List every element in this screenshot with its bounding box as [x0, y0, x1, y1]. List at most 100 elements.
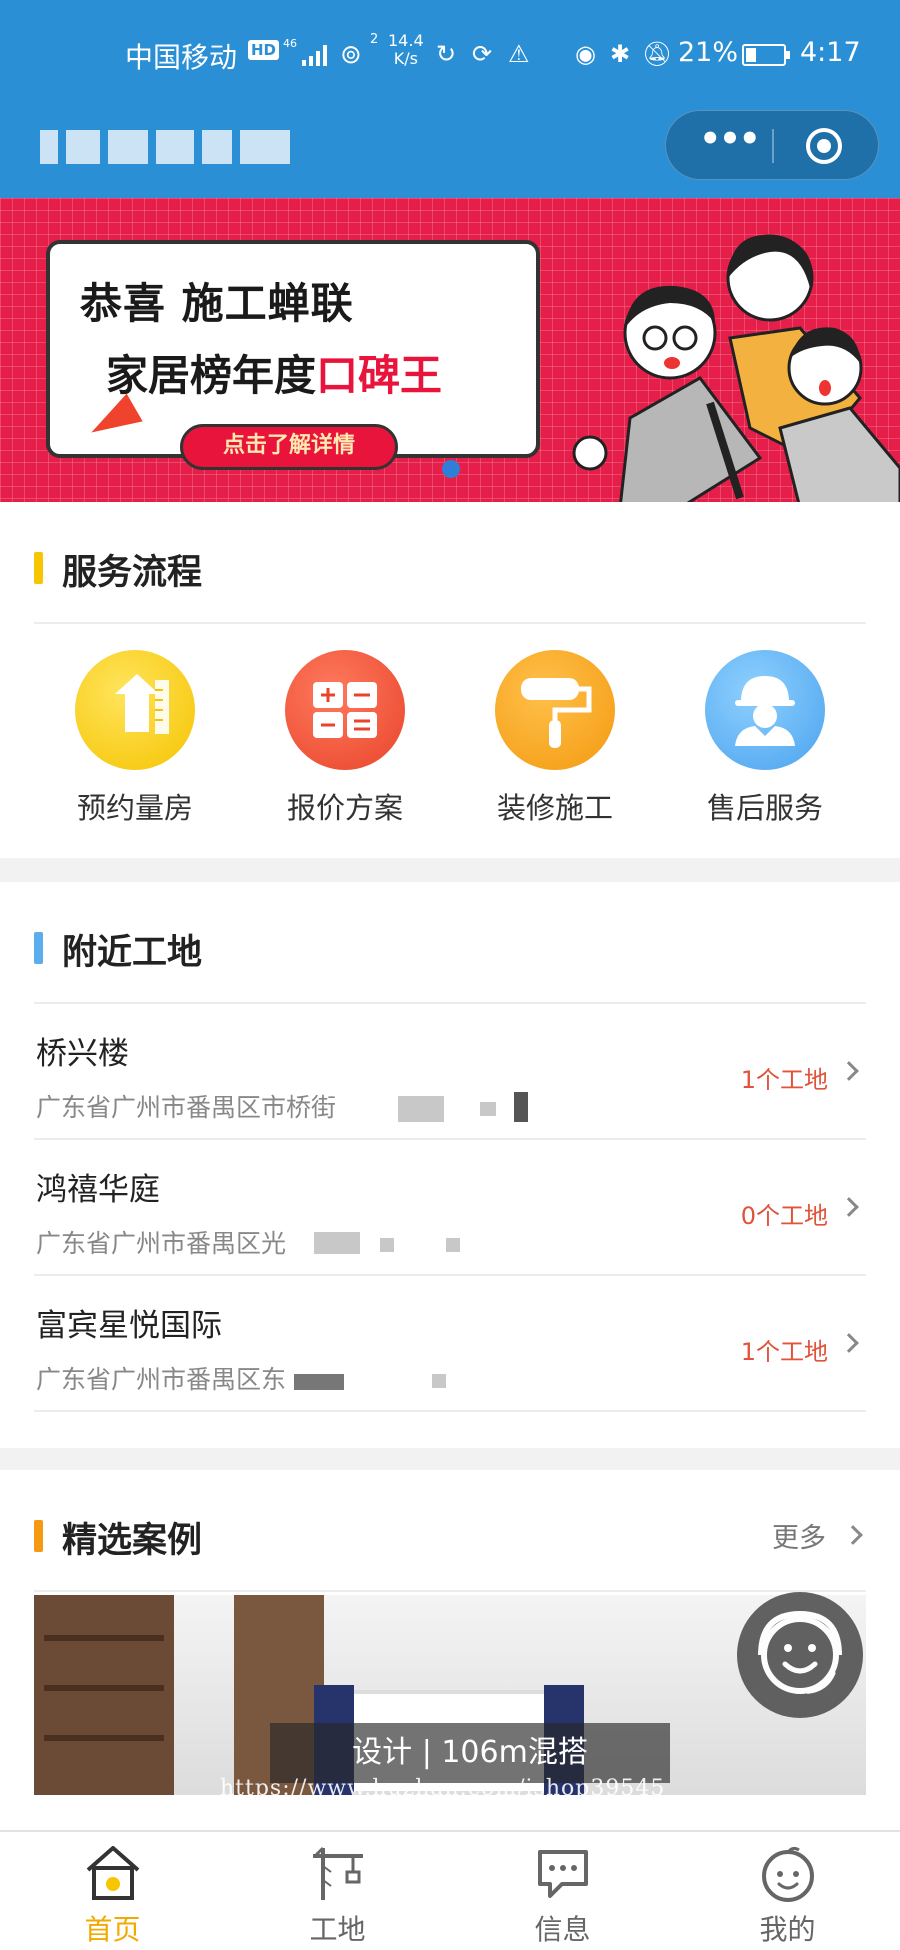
- more-link[interactable]: 更多: [772, 1516, 826, 1555]
- service-label: 装修施工: [496, 791, 613, 825]
- redacted-text: [398, 1096, 444, 1122]
- tab-label: 首页: [84, 1913, 141, 1946]
- site-name: 桥兴楼: [36, 1036, 129, 1072]
- tab-label: 工地: [309, 1913, 366, 1946]
- sync-icon: ↻: [436, 40, 457, 68]
- calculator-icon: [313, 682, 377, 738]
- banner-headline-2-prefix: 家居榜年度: [106, 351, 317, 400]
- tab-home[interactable]: 首页: [0, 1832, 225, 1950]
- section-title: 服务流程: [62, 553, 203, 593]
- eye-icon: ◉: [575, 40, 596, 68]
- hotspot-count: 2: [370, 32, 379, 47]
- site-name: 鸿禧华庭: [36, 1172, 160, 1208]
- tab-profile[interactable]: 我的: [675, 1832, 900, 1950]
- tab-label: 信息: [534, 1913, 591, 1946]
- chevron-right-icon: [839, 1197, 859, 1217]
- service-label: 报价方案: [286, 791, 403, 825]
- bookshelf-image: [34, 1595, 174, 1795]
- service-process-section: 服务流程 预约量房 报价方案 装修施工 售后服务: [0, 502, 900, 858]
- customer-service-button[interactable]: [737, 1592, 863, 1718]
- service-icon-circle: [495, 650, 615, 770]
- mute-icon: 🔕︎: [642, 40, 673, 68]
- status-bar: 中国移动 HD 46 ⊚ 2 14.4 K/s ↻ ⟳ ⚠ ◉ ✱ 🔕︎ 21%…: [0, 30, 900, 80]
- site-count: 0个工地: [740, 1202, 828, 1230]
- chevron-right-icon[interactable]: [843, 1525, 863, 1545]
- section-title: 附近工地: [62, 933, 203, 973]
- bottom-tab-bar: 首页 工地 信息 我的: [0, 1830, 900, 1950]
- bluetooth-icon: ✱: [610, 40, 631, 68]
- promo-banner[interactable]: 恭喜 施工蝉联 家居榜年度口碑王 点击了解详情: [0, 198, 900, 502]
- service-item-quote[interactable]: 报价方案: [255, 650, 435, 850]
- site-count: 1个工地: [740, 1338, 828, 1366]
- service-label: 售后服务: [706, 791, 823, 825]
- banner-headline-2-highlight: 口碑王: [316, 351, 443, 400]
- carrier-name: 中国移动: [125, 41, 238, 74]
- section-accent-bar: [34, 1520, 43, 1552]
- chevron-right-icon: [839, 1333, 859, 1353]
- nearby-sites-section: 附近工地 桥兴楼 广东省广州市番禺区市桥街 1个工地 鸿禧华庭 广东省广州市番禺…: [0, 882, 900, 1448]
- redacted-text: [380, 1238, 394, 1252]
- banner-headline-2: 家居榜年度口碑王: [106, 342, 442, 403]
- section-title: 精选案例: [62, 1521, 203, 1561]
- banner-detail-button[interactable]: 点击了解详情: [180, 424, 398, 470]
- divider: [34, 622, 866, 624]
- home-icon: [86, 1846, 140, 1900]
- service-item-aftersales[interactable]: 售后服务: [675, 650, 855, 850]
- redacted-text: [446, 1238, 460, 1252]
- site-name: 富宾星悦国际: [36, 1308, 222, 1344]
- mini-program-capsule: •••: [665, 110, 879, 180]
- more-options-icon[interactable]: •••: [694, 111, 764, 181]
- redacted-text: [480, 1102, 496, 1116]
- battery-icon: [742, 44, 790, 66]
- site-address: 广东省广州市番禺区光: [36, 1229, 287, 1258]
- section-accent-bar: [34, 932, 43, 964]
- site-address: 广东省广州市番禺区东: [36, 1365, 287, 1394]
- app-screen: { "status_bar": { "carrier": "中国移动", "hd…: [0, 0, 900, 1950]
- warning-icon: ⚠: [508, 40, 530, 68]
- service-icon-circle: [705, 650, 825, 770]
- house-ruler-icon: [115, 674, 169, 734]
- headset-smiley-icon: [758, 1610, 842, 1694]
- vpn-icon: ⟳: [472, 40, 493, 68]
- carousel-indicator[interactable]: [442, 460, 460, 478]
- site-count: 1个工地: [740, 1066, 828, 1094]
- hotspot-icon: ⊚: [340, 40, 362, 70]
- chevron-right-icon: [839, 1061, 859, 1081]
- close-target-icon[interactable]: [806, 128, 842, 164]
- worker-helmet-icon: [735, 676, 795, 746]
- clock: 4:17: [800, 37, 861, 68]
- site-row[interactable]: 鸿禧华庭 广东省广州市番禺区光 0个工地: [34, 1140, 866, 1276]
- paint-roller-icon: [521, 678, 592, 748]
- redacted-text: [314, 1232, 360, 1254]
- case-caption: 设计 | 106m混搭: [270, 1723, 670, 1783]
- crane-icon: [313, 1846, 363, 1900]
- watermark-text: https://www.huzhan.com/ishop39545: [220, 1776, 666, 1801]
- smiley-face-icon: [762, 1846, 814, 1902]
- service-icon-circle: [75, 650, 195, 770]
- speed-value: 14.4: [388, 31, 424, 50]
- hd-badge: HD: [248, 40, 280, 60]
- battery-percent: 21%: [678, 37, 739, 68]
- tab-messages[interactable]: 信息: [450, 1832, 675, 1950]
- tab-site[interactable]: 工地: [225, 1832, 450, 1950]
- banner-card: 恭喜 施工蝉联 家居榜年度口碑王 点击了解详情: [46, 240, 540, 470]
- banner-headline-1: 恭喜 施工蝉联: [80, 279, 354, 328]
- service-icon-circle: [285, 650, 405, 770]
- network-type: 46: [283, 37, 297, 50]
- site-address: 广东省广州市番禺区市桥街: [36, 1093, 337, 1122]
- section-accent-bar: [34, 552, 43, 584]
- redacted-text: [514, 1092, 528, 1122]
- tab-label: 我的: [759, 1913, 816, 1946]
- page-title-blurred: [40, 130, 360, 166]
- service-item-construction[interactable]: 装修施工: [465, 650, 645, 850]
- redacted-text: [432, 1374, 446, 1388]
- service-item-measure[interactable]: 预约量房: [45, 650, 225, 850]
- site-row[interactable]: 桥兴楼 广东省广州市番禺区市桥街 1个工地: [34, 1004, 866, 1140]
- speed-unit: K/s: [393, 49, 418, 68]
- signal-icon: [300, 44, 330, 66]
- site-row[interactable]: 富宾星悦国际 广东省广州市番禺区东 1个工地: [34, 1276, 866, 1412]
- network-speed: 14.4 K/s: [388, 32, 424, 68]
- service-label: 预约量房: [76, 791, 193, 825]
- chat-bubble-icon: [538, 1850, 588, 1898]
- redacted-text: [294, 1374, 344, 1390]
